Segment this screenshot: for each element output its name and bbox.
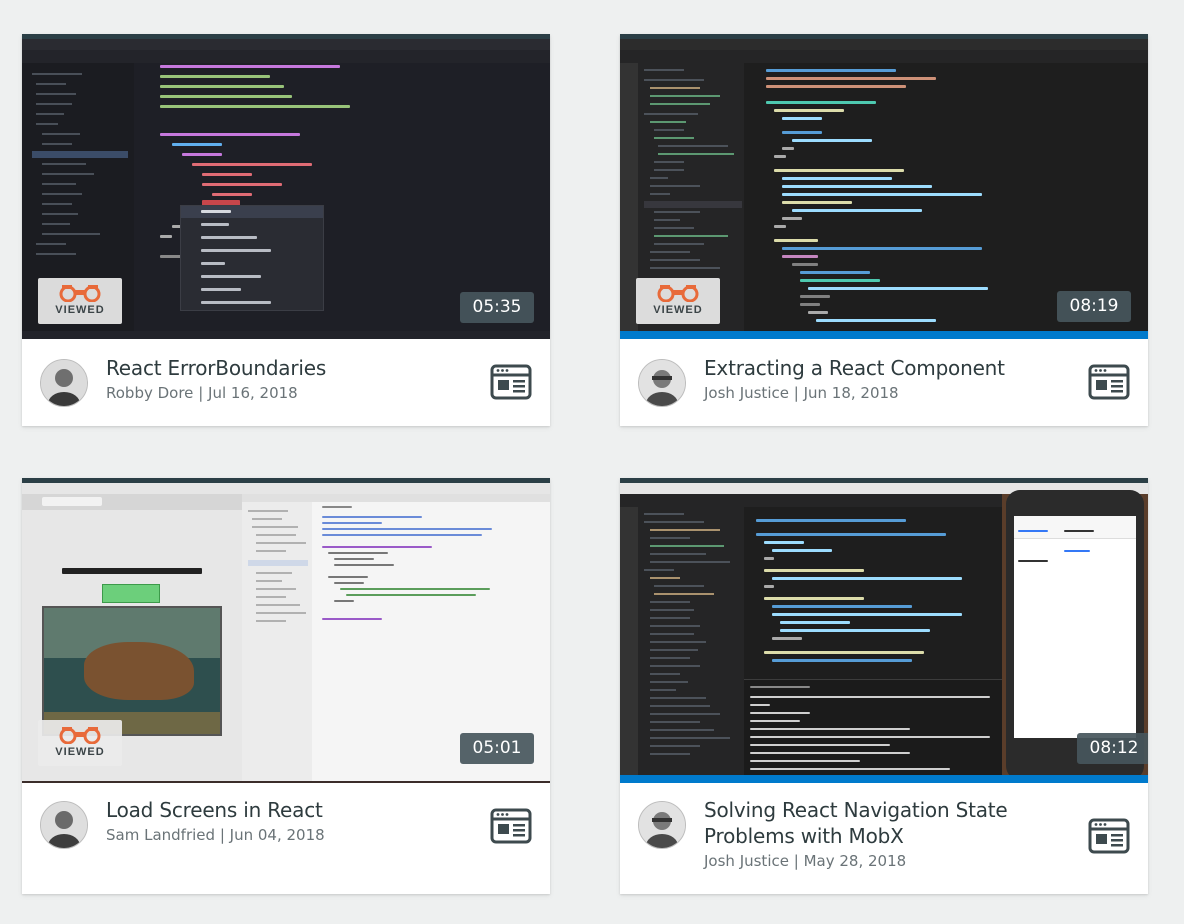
video-thumbnail[interactable]: VIEWED 05:01	[22, 478, 550, 783]
author-avatar	[638, 801, 686, 849]
video-duration: 05:01	[460, 733, 534, 764]
video-title[interactable]: React ErrorBoundaries	[106, 355, 476, 381]
publish-date: Jul 16, 2018	[208, 384, 298, 402]
viewed-label: VIEWED	[653, 304, 703, 316]
screencast-window-icon	[1088, 818, 1130, 854]
author-avatar	[638, 359, 686, 407]
screencast-window-icon	[1088, 364, 1130, 400]
binoculars-icon	[59, 285, 101, 302]
publish-date: Jun 04, 2018	[229, 826, 325, 844]
viewed-badge: VIEWED	[38, 720, 122, 766]
author-avatar	[40, 359, 88, 407]
binoculars-icon	[657, 285, 699, 302]
video-meta: Josh Justice | Jun 18, 2018	[704, 384, 899, 402]
meta-separator: |	[793, 384, 799, 402]
binoculars-icon	[59, 727, 101, 744]
viewed-label: VIEWED	[55, 746, 105, 758]
viewed-label: VIEWED	[55, 304, 105, 316]
publish-date: May 28, 2018	[803, 852, 907, 870]
author-name[interactable]: Josh Justice	[704, 384, 789, 402]
video-meta: Sam Landfried | Jun 04, 2018	[106, 826, 325, 844]
video-thumbnail[interactable]: VIEWED 08:19	[620, 34, 1148, 339]
video-card[interactable]: VIEWED 08:19 Extracting a React Componen…	[620, 34, 1148, 426]
video-card[interactable]: VIEWED 05:35 React ErrorBoundaries Robby…	[22, 34, 550, 426]
video-title[interactable]: Solving React Navigation State Problems …	[704, 797, 1024, 849]
video-title[interactable]: Load Screens in React	[106, 797, 476, 823]
viewed-badge: VIEWED	[38, 278, 122, 324]
video-card[interactable]: VIEWED 05:01 Load Screens in React Sam L…	[22, 478, 550, 894]
author-avatar	[40, 801, 88, 849]
meta-separator: |	[793, 852, 799, 870]
video-duration: 05:35	[460, 292, 534, 323]
screencast-window-icon	[490, 808, 532, 844]
video-meta: Robby Dore | Jul 16, 2018	[106, 384, 298, 402]
video-duration: 08:19	[1057, 291, 1131, 322]
meta-separator: |	[219, 826, 225, 844]
screencast-window-icon	[490, 364, 532, 400]
video-duration: 08:12	[1077, 733, 1148, 764]
editor-screenshot	[620, 483, 1148, 783]
publish-date: Jun 18, 2018	[803, 384, 899, 402]
video-thumbnail[interactable]: VIEWED 05:35	[22, 34, 550, 339]
author-name[interactable]: Sam Landfried	[106, 826, 215, 844]
author-name[interactable]: Josh Justice	[704, 852, 789, 870]
author-name[interactable]: Robby Dore	[106, 384, 193, 402]
video-card[interactable]: 08:12 Solving React Navigation State Pro…	[620, 478, 1148, 894]
meta-separator: |	[198, 384, 204, 402]
video-title[interactable]: Extracting a React Component	[704, 355, 1074, 381]
viewed-badge: VIEWED	[636, 278, 720, 324]
video-meta: Josh Justice | May 28, 2018	[704, 852, 906, 870]
video-thumbnail[interactable]: 08:12	[620, 478, 1148, 783]
